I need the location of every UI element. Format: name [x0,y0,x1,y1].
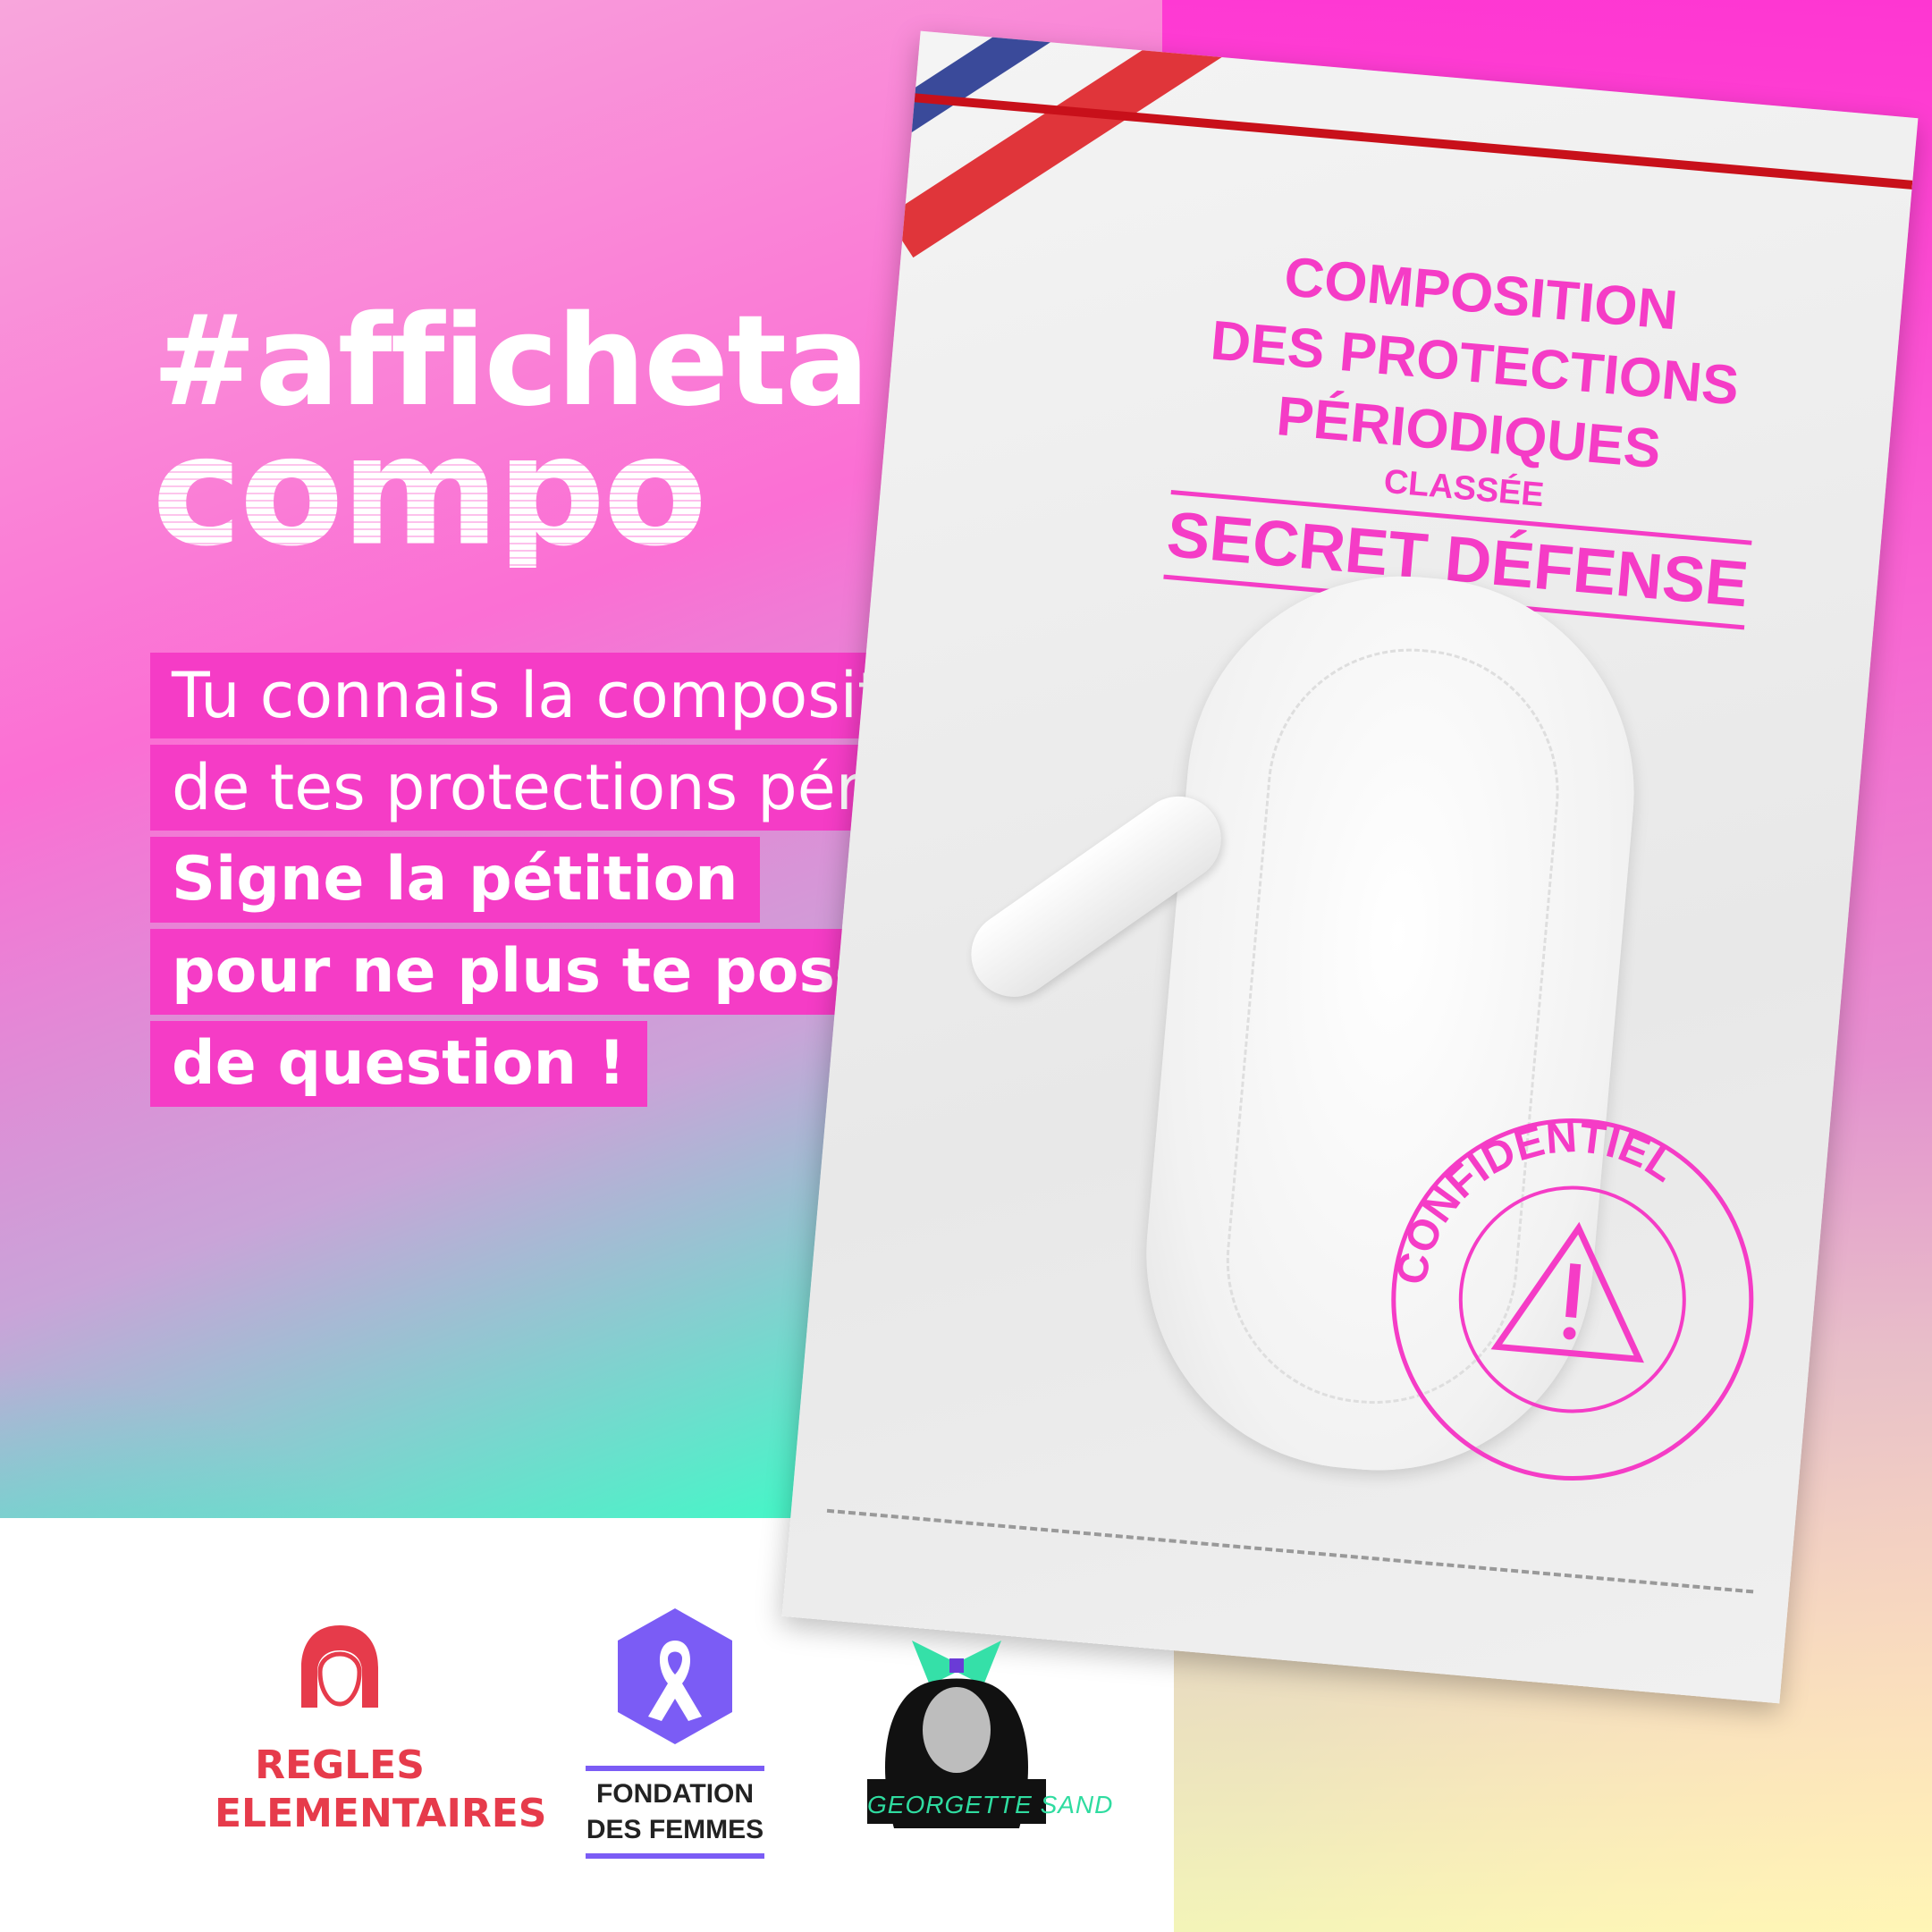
woman-head-icon [291,1618,389,1717]
fondation-rule-bottom [586,1853,764,1859]
fondation-des-femmes-logo: FONDATION DES FEMMES [586,1605,764,1864]
hashtag-line-2: compo [152,416,868,568]
georgette-sand-logo: GEORGETTE SAND [858,1605,1112,1837]
fondation-line-2: DES FEMMES [586,1815,764,1844]
regles-line-2: ELEMENTAIRES [215,1791,547,1836]
evidence-bag: COMPOSITION DES PROTECTIONS PÉRIODIQUES … [781,30,1919,1704]
georgette-caption: GEORGETTE SAND [867,1791,1114,1818]
ribbon-hexagon-icon [612,1605,738,1748]
message-line-3: Signe la pétition [150,837,760,923]
message-line-4: pour ne plus te poser [150,929,928,1015]
bag-cut-line [826,1508,1754,1594]
confidential-seal: CONFIDENTIEL [1369,1096,1776,1503]
regles-elementaires-logo: REGLES ELEMENTAIRES [215,1618,547,1838]
hashtag-title: #afficheta compo [152,300,870,569]
svg-text:CONFIDENTIEL: CONFIDENTIEL [1388,1099,1687,1309]
fondation-line-1: FONDATION [595,1779,755,1809]
evidence-bag-body: COMPOSITION DES PROTECTIONS PÉRIODIQUES … [781,30,1919,1704]
fondation-rule-top [586,1766,764,1771]
regles-line-1: REGLES [255,1742,425,1788]
message-line-5: de question ! [150,1021,647,1107]
seal-text: CONFIDENTIEL [1388,1099,1687,1309]
confidential-seal-icon: CONFIDENTIEL [1388,1099,1754,1481]
bag-stamp: COMPOSITION DES PROTECTIONS PÉRIODIQUES … [1142,232,1795,632]
